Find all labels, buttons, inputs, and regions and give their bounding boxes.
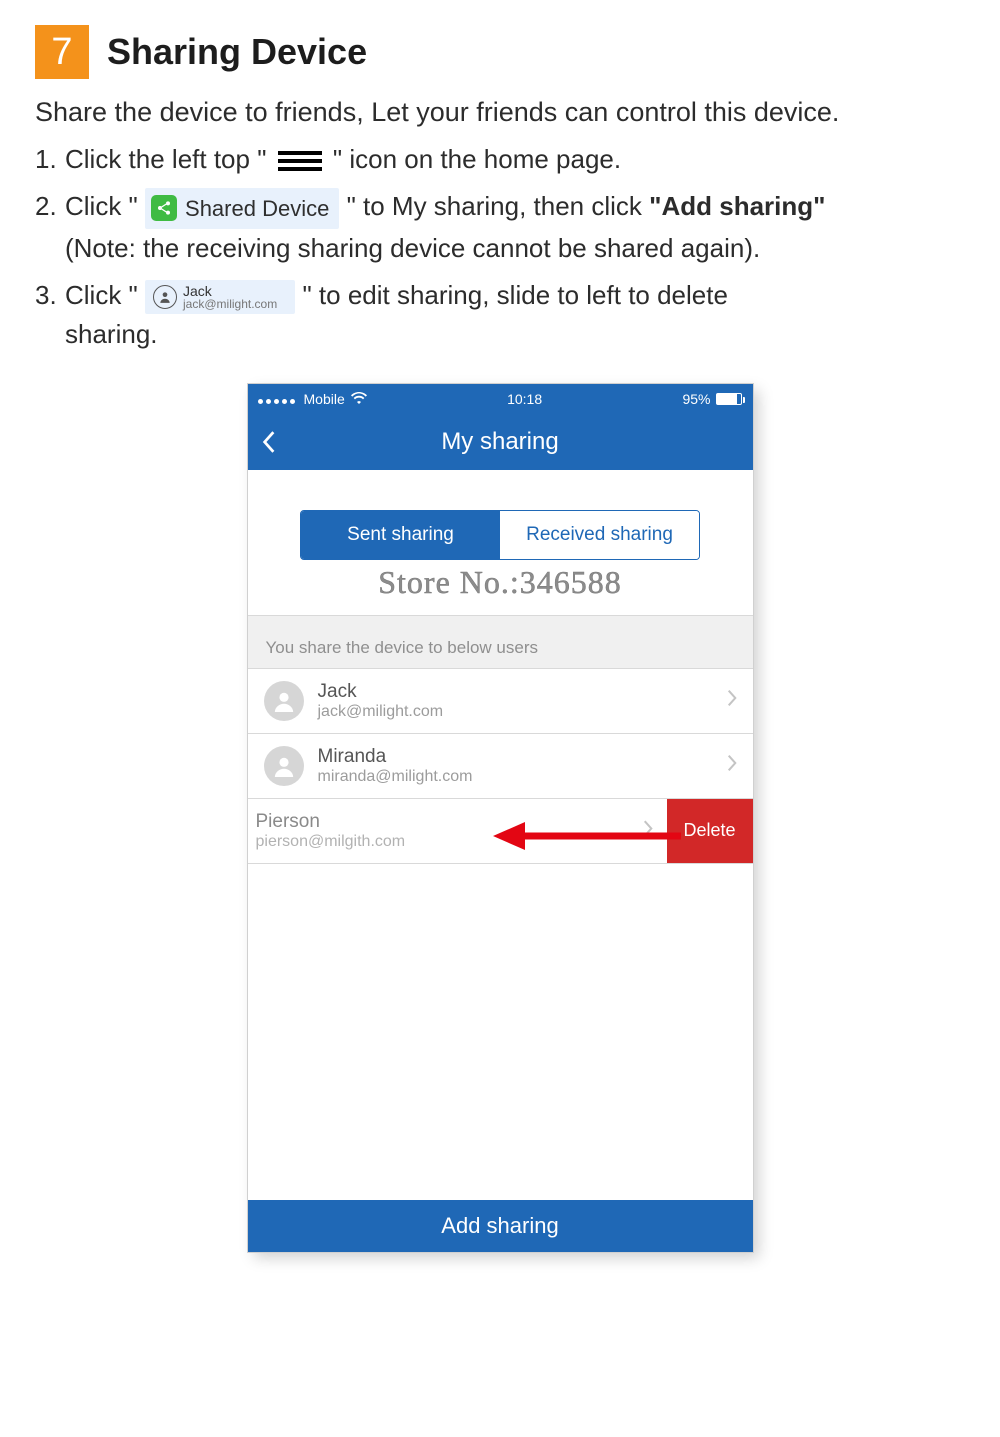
list-section-header: You share the device to below users	[248, 615, 753, 669]
delete-button[interactable]: Delete	[667, 799, 753, 863]
step-2: 2.Click " Shared Device " to My sharing,…	[35, 187, 965, 268]
watermark: Store No.:346588	[248, 564, 753, 601]
list-item-mail: pierson@milgith.com	[256, 833, 406, 851]
step-2-text-b: " to My sharing, then click	[347, 191, 642, 221]
back-button[interactable]	[262, 414, 276, 470]
section-heading: 7 Sharing Device	[35, 25, 965, 79]
avatar-icon	[264, 681, 304, 721]
list-item-mail: miranda@milight.com	[318, 768, 713, 786]
step-3-number: 3.	[35, 276, 65, 315]
section-number-badge: 7	[35, 25, 89, 79]
swipe-left-arrow-icon	[493, 822, 683, 850]
step-2-number: 2.	[35, 187, 65, 226]
list-item-name: Jack	[318, 681, 713, 703]
list-item-mail: jack@milight.com	[318, 703, 713, 721]
avatar-icon	[264, 746, 304, 786]
phone-screenshot: Mobile 10:18 95% My sharing Store No.:34…	[248, 384, 753, 1252]
signal-dots-icon	[258, 391, 298, 407]
battery-icon	[716, 393, 742, 405]
user-chip: Jack jack@milight.com	[145, 280, 295, 314]
section-intro: Share the device to friends, Let your fr…	[35, 97, 965, 128]
tab-sent-sharing[interactable]: Sent sharing	[301, 511, 500, 559]
list-item[interactable]: Jack jack@milight.com	[248, 669, 753, 734]
chevron-right-icon	[727, 754, 737, 777]
wifi-icon	[351, 391, 367, 407]
step-2-text-a: Click "	[65, 191, 145, 221]
list-item-swiped[interactable]: Pierson pierson@milgith.com Delete	[248, 799, 753, 864]
status-bar: Mobile 10:18 95%	[248, 384, 753, 414]
chevron-right-icon	[643, 819, 653, 842]
step-1-text-a: Click the left top "	[65, 144, 274, 174]
chevron-right-icon	[727, 689, 737, 712]
step-2-note: (Note: the receiving sharing device cann…	[35, 229, 965, 268]
user-icon	[153, 285, 177, 309]
nav-bar: My sharing	[248, 414, 753, 470]
step-1: 1.Click the left top " " icon on the hom…	[35, 140, 965, 179]
step-2-bold: "Add sharing"	[649, 191, 825, 221]
hamburger-icon	[274, 151, 326, 171]
step-3-text-a: Click "	[65, 280, 145, 310]
tab-received-sharing[interactable]: Received sharing	[500, 511, 699, 559]
user-chip-mail: jack@milight.com	[183, 298, 277, 310]
add-sharing-button[interactable]: Add sharing	[248, 1200, 753, 1252]
list-item-name: Pierson	[256, 811, 406, 833]
segmented-control: Sent sharing Received sharing	[300, 510, 700, 560]
step-1-text-b: " icon on the home page.	[333, 144, 621, 174]
step-1-number: 1.	[35, 140, 65, 179]
user-chip-name: Jack	[183, 284, 277, 298]
list-item-name: Miranda	[318, 746, 713, 768]
section-title: Sharing Device	[107, 31, 367, 73]
share-icon	[151, 195, 177, 221]
status-time: 10:18	[507, 391, 542, 407]
shared-device-chip: Shared Device	[145, 188, 339, 229]
carrier-label: Mobile	[304, 391, 345, 407]
battery-percent: 95%	[682, 391, 710, 407]
shared-device-chip-text: Shared Device	[185, 192, 329, 225]
nav-title: My sharing	[441, 428, 558, 456]
step-3-text-c: sharing.	[35, 315, 965, 354]
step-3-text-b: " to edit sharing, slide to left to dele…	[302, 280, 727, 310]
list-item[interactable]: Miranda miranda@milight.com	[248, 734, 753, 799]
step-3: 3.Click " Jack jack@milight.com " to edi…	[35, 276, 965, 354]
